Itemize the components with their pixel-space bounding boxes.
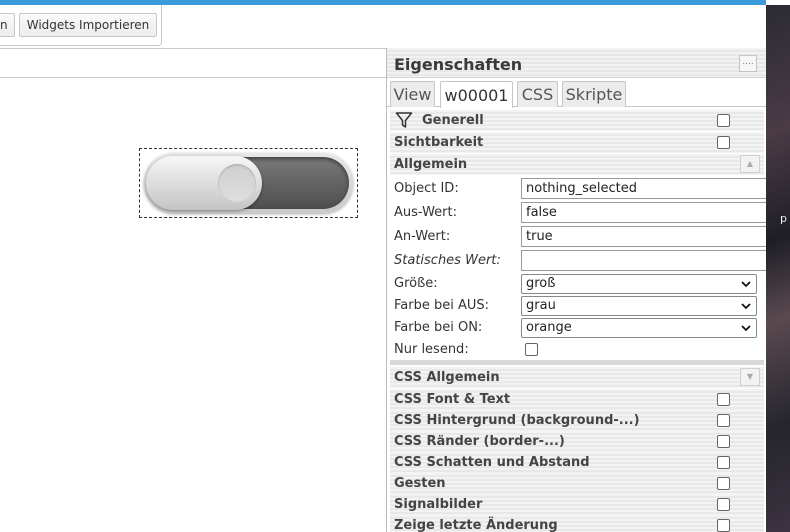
group-css-font-text-checkbox[interactable] [717, 393, 730, 406]
group-css-shadow-label: CSS Schatten und Abstand [394, 455, 590, 470]
panel-header: Eigenschaften .... [387, 48, 766, 78]
color-off-select[interactable]: grau [521, 296, 757, 316]
group-gesten-checkbox[interactable] [717, 477, 730, 490]
tab-skripte[interactable]: Skripte [562, 81, 626, 107]
size-select-value: groß [526, 276, 556, 291]
canvas-ruler-border [0, 77, 386, 78]
on-value-label: An-Wert: [394, 229, 451, 244]
chevron-down-icon [741, 325, 751, 332]
selected-widget-frame[interactable] [139, 148, 358, 218]
color-off-select-value: grau [526, 298, 556, 313]
panel-menu-button[interactable]: .... [739, 55, 757, 72]
properties-panel: Eigenschaften .... View w00001 CSS Skrip… [386, 48, 766, 532]
group-css-border[interactable]: CSS Ränder (border-...) [390, 431, 764, 452]
group-sichtbarkeit[interactable]: Sichtbarkeit [390, 132, 764, 153]
collapse-down-icon[interactable]: ▼ [740, 368, 760, 386]
color-on-select[interactable]: orange [521, 318, 757, 338]
group-css-font-text[interactable]: CSS Font & Text [390, 389, 764, 410]
group-css-background-label: CSS Hintergrund (background-...) [394, 413, 640, 428]
tab-css[interactable]: CSS [517, 81, 558, 107]
group-sichtbarkeit-label: Sichtbarkeit [394, 135, 484, 150]
group-gesten-label: Gesten [394, 476, 446, 491]
size-select[interactable]: groß [521, 274, 757, 294]
readonly-label: Nur lesend: [394, 342, 469, 357]
group-css-background[interactable]: CSS Hintergrund (background-...) [390, 410, 764, 431]
group-css-shadow-checkbox[interactable] [717, 456, 730, 469]
tab-w00001[interactable]: w00001 [440, 81, 513, 108]
widgets-import-button[interactable]: Widgets Importieren [19, 13, 157, 37]
group-css-background-checkbox[interactable] [717, 414, 730, 427]
group-gesten[interactable]: Gesten [390, 473, 764, 494]
group-signalbilder[interactable]: Signalbilder [390, 494, 764, 515]
object-id-input[interactable]: nothing_selected [521, 178, 766, 199]
panel-title: Eigenschaften [394, 55, 523, 74]
group-css-border-label: CSS Ränder (border-...) [394, 434, 565, 449]
readonly-checkbox[interactable] [525, 343, 538, 356]
on-value-input[interactable]: true [521, 226, 766, 247]
group-signalbilder-checkbox[interactable] [717, 498, 730, 511]
group-css-allgemein[interactable]: CSS Allgemein ▼ [390, 367, 764, 388]
group-signalbilder-label: Signalbilder [394, 497, 483, 512]
group-css-shadow[interactable]: CSS Schatten und Abstand [390, 452, 764, 473]
group-allgemein[interactable]: Allgemein ▲ [390, 154, 764, 175]
desktop-top-strip [766, 0, 790, 5]
group-generell[interactable]: Generell [390, 110, 764, 131]
group-css-font-text-label: CSS Font & Text [394, 392, 511, 407]
group-generell-label: Generell [422, 113, 484, 128]
color-on-label: Farbe bei ON: [394, 320, 483, 335]
group-css-border-checkbox[interactable] [717, 435, 730, 448]
off-value-label: Aus-Wert: [394, 205, 457, 220]
switch-knob[interactable] [146, 156, 262, 210]
group-last-change-label: Zeige letzte Änderung [394, 518, 558, 532]
object-id-label: Object ID: [394, 181, 459, 196]
group-generell-checkbox[interactable] [717, 114, 730, 127]
toolbar-partial-button[interactable]: n [0, 13, 15, 37]
static-value-input[interactable] [521, 250, 766, 271]
switch-knob-grip [218, 164, 256, 202]
chevron-down-icon [741, 303, 751, 310]
group-allgemein-label: Allgemein [394, 157, 468, 172]
toggle-switch-widget[interactable] [144, 153, 353, 213]
section-divider [390, 360, 764, 365]
desktop-background [766, 0, 790, 532]
group-last-change-checkbox[interactable] [717, 519, 730, 532]
canvas-top-border [0, 48, 386, 49]
collapse-up-icon[interactable]: ▲ [740, 155, 760, 173]
group-sichtbarkeit-checkbox[interactable] [717, 136, 730, 149]
static-value-label: Statisches Wert: [394, 253, 501, 268]
group-css-allgemein-label: CSS Allgemein [394, 370, 500, 385]
color-on-select-value: orange [526, 320, 572, 335]
size-label: Größe: [394, 276, 438, 291]
off-value-input[interactable]: false [521, 202, 766, 223]
panel-tabs: View w00001 CSS Skripte [387, 79, 766, 108]
tab-view[interactable]: View [390, 81, 435, 107]
background-edge-text: p [780, 212, 787, 225]
filter-icon[interactable] [395, 111, 413, 129]
group-last-change[interactable]: Zeige letzte Änderung [390, 515, 764, 532]
color-off-label: Farbe bei AUS: [394, 298, 490, 313]
chevron-down-icon [741, 281, 751, 288]
toolbar-group: n Widgets Importieren [0, 5, 162, 46]
